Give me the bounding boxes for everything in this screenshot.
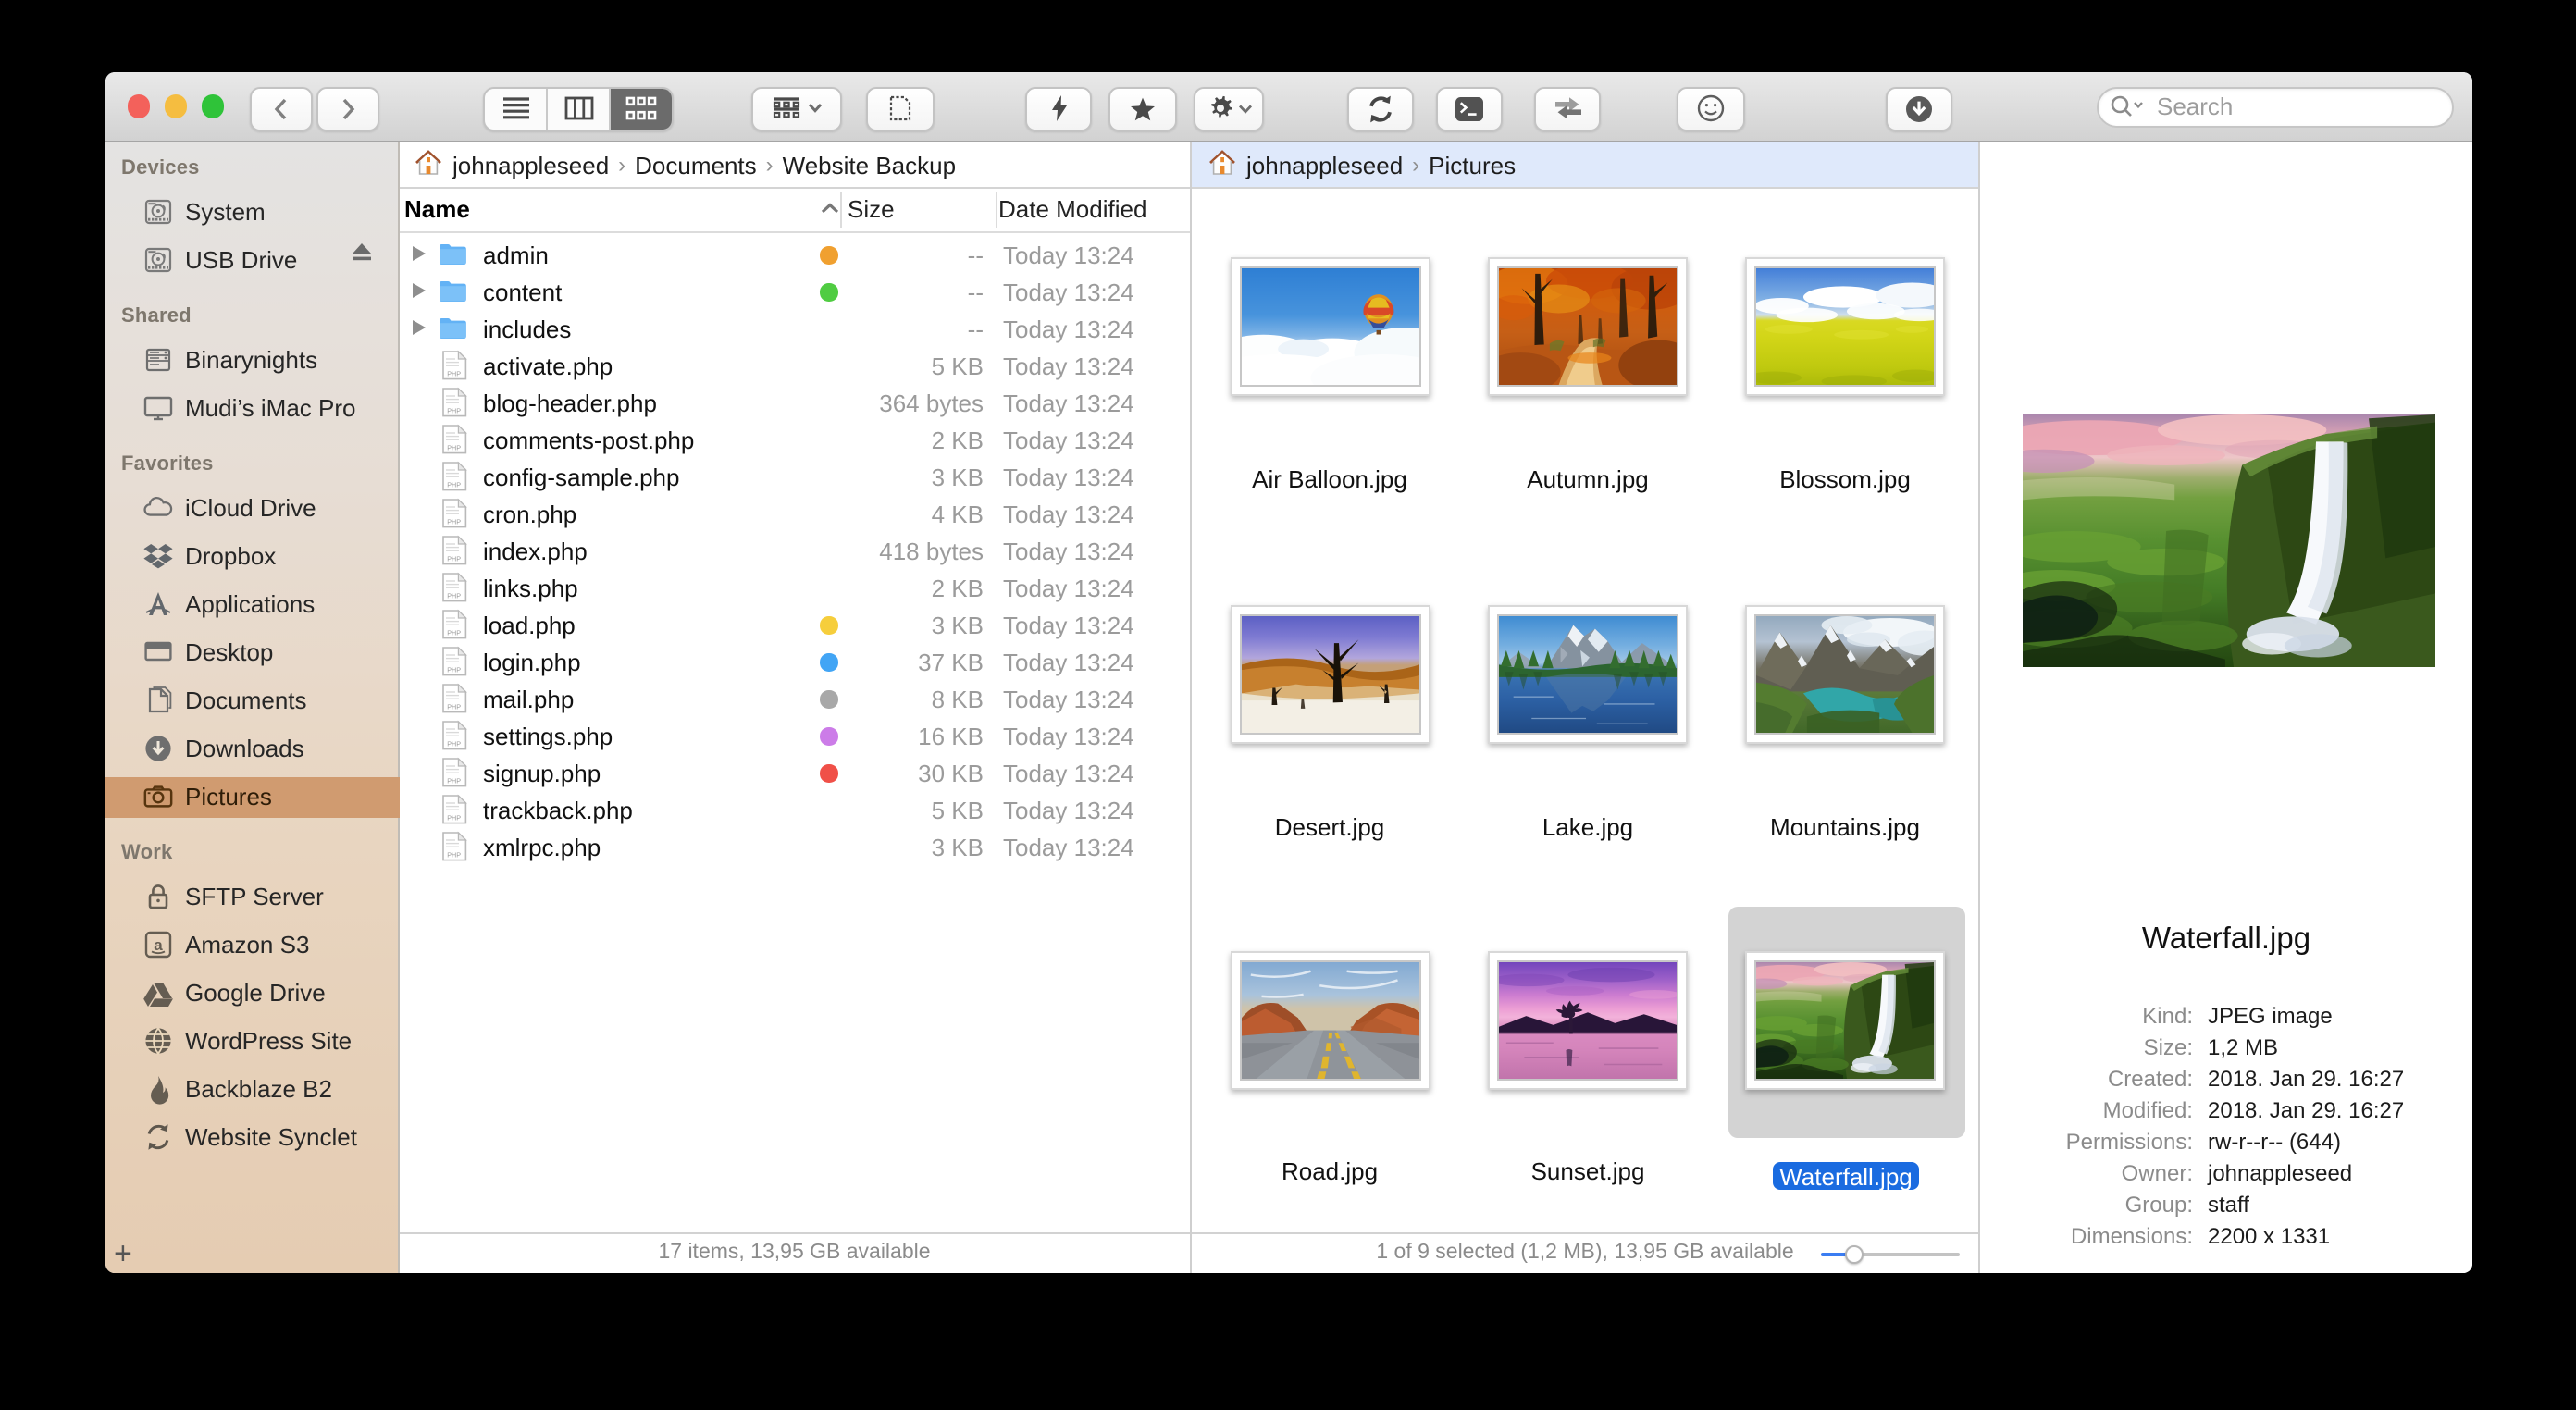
svg-text:PHP: PHP xyxy=(446,740,460,748)
svg-text:PHP: PHP xyxy=(446,592,460,600)
svg-text:PHP: PHP xyxy=(446,666,460,674)
svg-text:PHP: PHP xyxy=(446,851,460,860)
svg-text:PHP: PHP xyxy=(446,481,460,489)
svg-text:PHP: PHP xyxy=(446,814,460,822)
svg-text:PHP: PHP xyxy=(446,629,460,637)
svg-text:PHP: PHP xyxy=(446,518,460,526)
svg-text:PHP: PHP xyxy=(446,370,460,378)
svg-text:PHP: PHP xyxy=(446,555,460,563)
svg-text:PHP: PHP xyxy=(446,444,460,452)
svg-text:a: a xyxy=(153,936,162,954)
svg-text:PHP: PHP xyxy=(446,407,460,415)
svg-text:PHP: PHP xyxy=(446,703,460,711)
svg-text:PHP: PHP xyxy=(446,777,460,785)
